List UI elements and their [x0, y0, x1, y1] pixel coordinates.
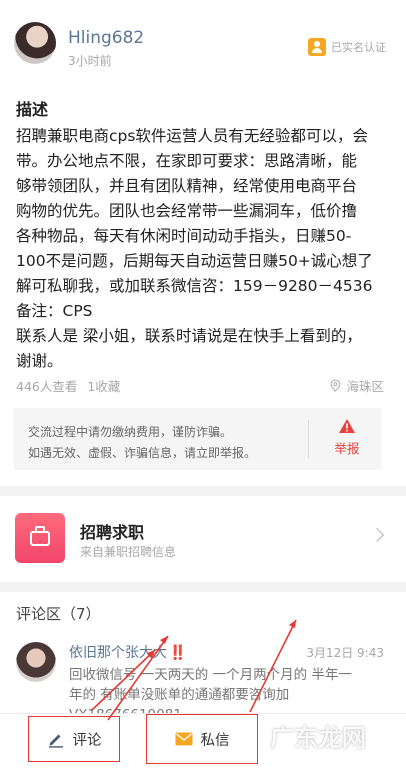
pencil-icon [48, 734, 63, 748]
comments-heading: 评论区（7） [16, 605, 101, 623]
post-location: 海珠区 [330, 376, 384, 395]
description-line: 带。办公地点不限，在家即可要求：思路清晰，能 [16, 152, 358, 170]
commenter-avatar[interactable] [16, 642, 56, 682]
site-watermark: 广东龙网 [270, 724, 366, 752]
location-label: 海珠区 [346, 379, 384, 394]
comment-time: 3月12日 9:43 [306, 646, 384, 660]
private-message-label: 私信 [200, 732, 230, 749]
description-heading: 描述 [16, 100, 49, 119]
post-header: Hling682 3小时前 已实名认证 [0, 0, 406, 84]
author-avatar[interactable] [14, 22, 56, 64]
report-button[interactable]: 举报 [322, 416, 372, 457]
double-exclamation-icon: ‼️ [169, 645, 187, 661]
category-subtitle: 来自兼职招聘信息 [80, 545, 177, 559]
post-description: 招聘兼职电商cps软件运营人员有无经验都可以，会 带。办公地点不限，在家即可要求… [16, 124, 392, 374]
envelope-icon [175, 732, 192, 746]
description-line: 谢谢。 [16, 352, 63, 370]
location-pin-icon [331, 379, 341, 392]
commenter-name[interactable]: 依旧那个张大大 ‼️ [69, 642, 186, 662]
warning-divider [308, 420, 309, 458]
comment-line: 回收微信号 一天两天的 一个月两个月的 半年一 [69, 667, 352, 683]
verified-badge: 已实名认证 [308, 38, 386, 56]
post-stats: 446人查看 1收藏 [16, 376, 120, 395]
description-line: 100不是问题，后期每天自动运营日赚50+诚心想了 [16, 252, 373, 270]
author-username[interactable]: Hling682 [68, 28, 144, 48]
warning-line: 交流过程中请勿缴纳费用，谨防诈骗。 [28, 425, 233, 439]
verified-label: 已实名认证 [331, 41, 386, 54]
description-line: 各种物品，每天有休闲时间动动手指头，日赚50- [16, 227, 352, 245]
private-message-button[interactable]: 私信 [146, 714, 258, 764]
category-card[interactable]: 招聘求职 来自兼职招聘信息 [0, 496, 406, 582]
view-count: 446人查看 [16, 379, 78, 394]
section-divider [0, 486, 406, 496]
description-line: 解可私聊我，或加联系微信咨：159－9280－4536 [16, 277, 373, 295]
favorite-count: 1收藏 [87, 379, 121, 394]
report-label: 举报 [334, 441, 360, 456]
verified-user-icon [308, 38, 326, 56]
warning-line: 如遇无效、虚假、诈骗信息，请立即举报。 [28, 446, 257, 460]
briefcase-icon [15, 513, 65, 563]
comment-line: 年的 有账单没账单的通通都要咨询加 [69, 687, 290, 703]
description-line: 够带领团队，并且有团队精神，经常使用电商平台 [16, 177, 358, 195]
description-line: 联系人是 梁小姐，联系时请说是在快手上看到的， [16, 327, 362, 345]
description-line: 招聘兼职电商cps软件运营人员有无经验都可以，会 [16, 127, 368, 145]
safety-warning: 交流过程中请勿缴纳费用，谨防诈骗。 如遇无效、虚假、诈骗信息，请立即举报。 举报 [14, 408, 382, 470]
chevron-right-icon [369, 527, 385, 543]
comment-button-label: 评论 [72, 732, 102, 749]
commenter-username: 依旧那个张大大 [69, 645, 167, 661]
post-time: 3小时前 [68, 54, 112, 68]
category-title: 招聘求职 [80, 523, 145, 542]
description-line: 购物的优先。团队也会经常带一些漏洞车，低价撸 [16, 202, 358, 220]
warning-triangle-icon [339, 419, 355, 433]
section-divider [0, 582, 406, 592]
comment-button[interactable]: 评论 [28, 716, 120, 762]
warning-text: 交流过程中请勿缴纳费用，谨防诈骗。 如遇无效、虚假、诈骗信息，请立即举报。 [28, 422, 256, 464]
description-line: 备注：CPS [16, 302, 93, 320]
